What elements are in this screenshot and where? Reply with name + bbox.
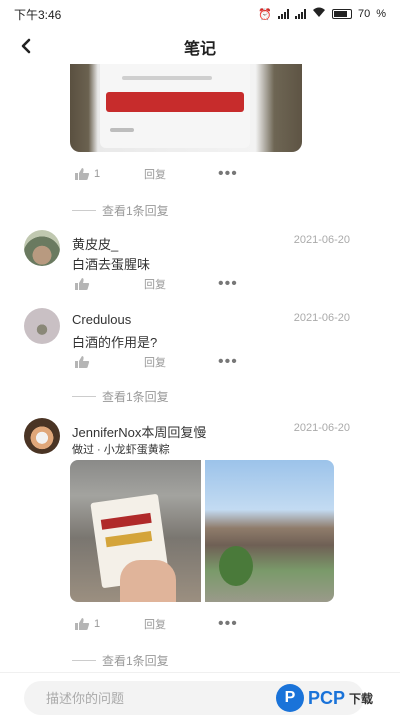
reply-button[interactable]: 回复 bbox=[144, 354, 218, 370]
post-photo[interactable] bbox=[70, 64, 302, 152]
photo-card-band-2 bbox=[105, 531, 153, 548]
comment-photo[interactable] bbox=[205, 460, 334, 602]
signal-icon-2 bbox=[294, 9, 306, 19]
view-replies-label: 查看1条回复 bbox=[102, 204, 169, 218]
comment-author[interactable]: JenniferNox本周回复慢 bbox=[72, 422, 206, 441]
comment-author[interactable]: 黄皮皮_ bbox=[72, 234, 118, 253]
view-replies-label: 查看1条回复 bbox=[102, 654, 169, 668]
view-replies-link[interactable]: 查看1条回复 bbox=[72, 202, 169, 219]
avatar[interactable] bbox=[24, 230, 60, 266]
divider bbox=[72, 660, 96, 661]
thumbs-up-icon bbox=[75, 168, 90, 180]
thumbs-up-icon bbox=[75, 618, 90, 630]
view-replies-link[interactable]: 查看1条回复 bbox=[72, 652, 169, 669]
more-icon[interactable]: ••• bbox=[218, 166, 238, 182]
divider bbox=[72, 210, 96, 211]
photo-card-band bbox=[100, 512, 152, 530]
battery-percent: 70 bbox=[357, 8, 371, 20]
battery-icon bbox=[331, 9, 352, 19]
status-bar: 下午3:46 ⏰ 70 % bbox=[0, 0, 400, 28]
photo-tree-shape bbox=[219, 546, 253, 586]
more-icon[interactable]: ••• bbox=[218, 276, 238, 292]
comment-date: 2021-06-20 bbox=[293, 312, 350, 324]
avatar[interactable] bbox=[24, 418, 60, 454]
phone-line bbox=[122, 76, 212, 80]
phone-red-bar bbox=[106, 92, 244, 112]
reply-button[interactable]: 回复 bbox=[144, 616, 218, 632]
like-button[interactable]: 1 bbox=[74, 167, 144, 181]
status-time: 下午3:46 bbox=[14, 7, 62, 22]
comment-actions: 回复 ••• bbox=[74, 354, 238, 370]
comment-photo[interactable] bbox=[70, 460, 201, 602]
more-icon[interactable]: ••• bbox=[218, 616, 238, 632]
comment-date: 2021-06-20 bbox=[293, 422, 350, 434]
comment-actions: 1 回复 ••• bbox=[74, 616, 238, 632]
thumbs-up-icon bbox=[75, 356, 90, 368]
like-button[interactable]: 1 bbox=[74, 617, 144, 631]
reply-button[interactable]: 回复 bbox=[144, 166, 218, 182]
more-icon[interactable]: ••• bbox=[218, 354, 238, 370]
comment-list[interactable]: 1 回复 ••• 查看1条回复 黄皮皮_ 2021-06-20 白酒去蛋腥味 回… bbox=[0, 64, 400, 672]
comment-text: 白酒的作用是? bbox=[72, 335, 158, 350]
comment-text: 白酒去蛋腥味 bbox=[72, 257, 151, 272]
made-recipe-link[interactable]: 做过 · 小龙虾蛋黄粽 bbox=[72, 441, 170, 457]
comment-actions: 回复 ••• bbox=[74, 276, 238, 292]
header: 笔记 bbox=[0, 30, 400, 64]
view-replies-label: 查看1条回复 bbox=[102, 390, 169, 404]
signal-icon bbox=[277, 9, 289, 19]
like-count: 1 bbox=[94, 168, 101, 180]
phone-line-2 bbox=[110, 128, 134, 132]
comment-photos bbox=[70, 460, 334, 602]
like-button[interactable] bbox=[74, 355, 144, 369]
avatar[interactable] bbox=[24, 308, 60, 344]
status-icons: ⏰ 70 % bbox=[258, 7, 386, 21]
comment-date: 2021-06-20 bbox=[293, 234, 350, 246]
page-title: 笔记 bbox=[183, 41, 216, 58]
reply-button[interactable]: 回复 bbox=[144, 276, 218, 292]
comment-author[interactable]: Credulous bbox=[72, 312, 131, 327]
watermark-text: PCP bbox=[308, 687, 346, 708]
back-button[interactable] bbox=[14, 34, 38, 58]
wifi-icon bbox=[312, 7, 326, 21]
percent-sign: % bbox=[376, 8, 386, 20]
alarm-icon: ⏰ bbox=[258, 8, 272, 21]
view-replies-link[interactable]: 查看1条回复 bbox=[72, 388, 169, 405]
watermark: P PCP 下载 bbox=[276, 680, 373, 716]
like-button[interactable] bbox=[74, 277, 144, 291]
photo-hand-shape bbox=[120, 560, 176, 602]
thumbs-up-icon bbox=[75, 278, 90, 290]
top-post-actions: 1 回复 ••• bbox=[74, 166, 238, 182]
divider bbox=[72, 396, 96, 397]
watermark-text-2: 下载 bbox=[349, 691, 374, 706]
watermark-logo: P bbox=[276, 684, 304, 712]
back-arrow-icon bbox=[21, 38, 31, 54]
like-count: 1 bbox=[94, 618, 101, 630]
